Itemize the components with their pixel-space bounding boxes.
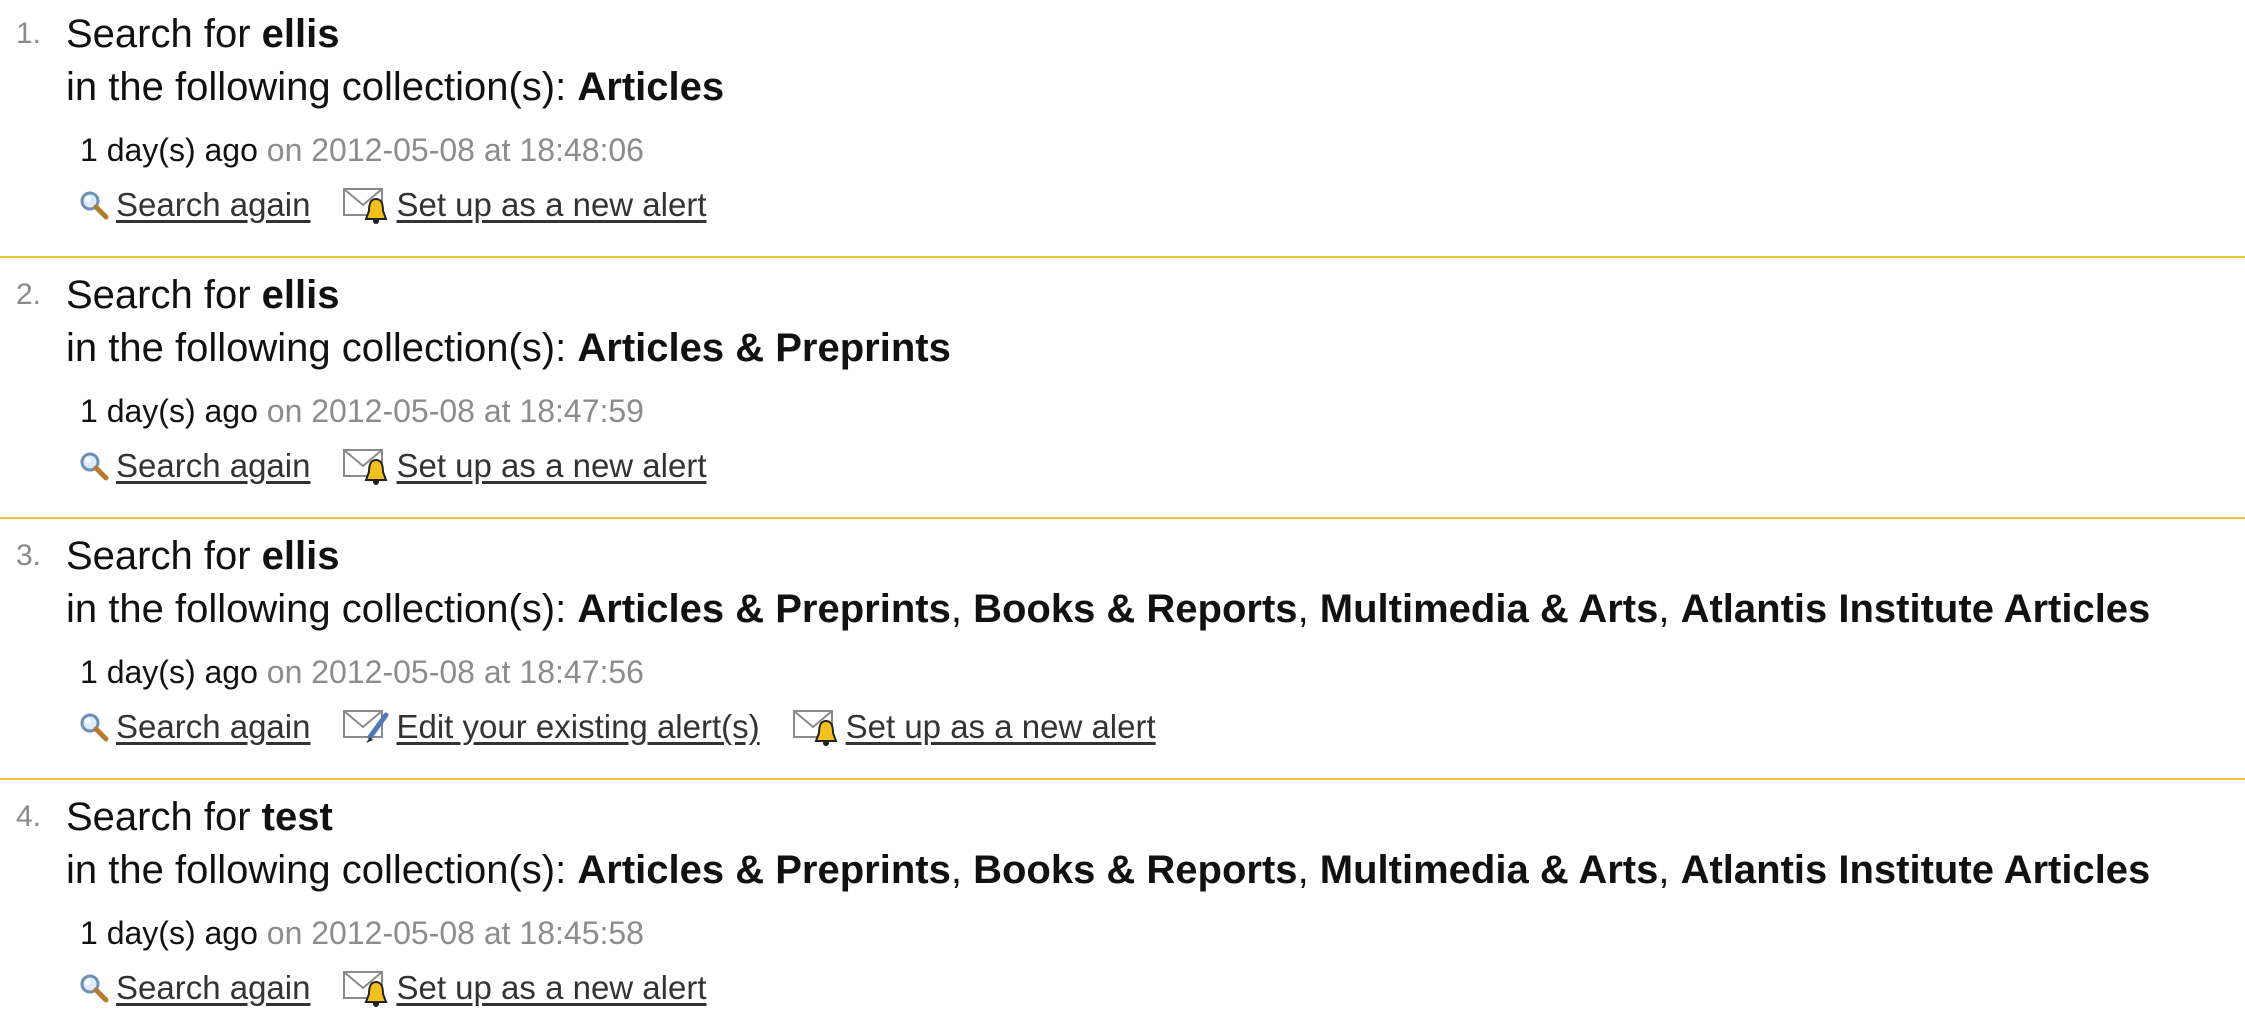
search-query-term: ellis (261, 12, 340, 56)
collections-prefix: in the following collection(s): (66, 326, 567, 370)
envelope-bell-icon (343, 971, 388, 1007)
entry-actions: Search again Set up as a new alert (78, 965, 739, 1011)
collections-prefix: in the following collection(s): (66, 587, 567, 631)
new-alert-label: Set up as a new alert (396, 447, 707, 484)
search-datetime: on 2012-05-08 at 18:45:58 (266, 915, 644, 951)
magnifier-icon (80, 452, 109, 481)
collection-name: Multimedia & Arts (1319, 848, 1659, 892)
collection-name: Articles & Preprints (577, 848, 951, 892)
entry-number: 2. (16, 278, 42, 311)
search-timestamp: 1 day(s) ago on 2012-05-08 at 18:47:56 (80, 652, 644, 692)
collection-name: Books & Reports (973, 848, 1298, 892)
envelope-pencil-icon (343, 710, 389, 743)
search-for-prefix: Search for (66, 273, 251, 317)
search-history-entry: 1. Search for ellis in the following col… (0, 0, 2245, 258)
collection-name: Articles & Preprints (577, 587, 951, 631)
entry-actions: Search again Edit your existing alert(s)… (78, 704, 1188, 750)
entry-actions: Search again Set up as a new alert (78, 182, 739, 228)
search-again-label: Search again (116, 447, 311, 484)
magnifier-icon (80, 191, 109, 220)
time-ago: 1 day(s) ago (80, 393, 258, 429)
collection-name: Multimedia & Arts (1319, 587, 1659, 631)
search-timestamp: 1 day(s) ago on 2012-05-08 at 18:48:06 (80, 130, 644, 170)
magnifier-icon (80, 974, 109, 1003)
collection-name: Articles & Preprints (577, 326, 951, 370)
new-alert-label: Set up as a new alert (845, 708, 1156, 745)
search-query-line: Search for ellis (66, 10, 340, 58)
new-alert-link[interactable]: Set up as a new alert (792, 707, 1156, 747)
time-ago: 1 day(s) ago (80, 654, 258, 690)
entry-number: 1. (16, 17, 42, 50)
search-query-line: Search for test (66, 793, 333, 841)
collection-name: Atlantis Institute Articles (1680, 587, 2151, 631)
collection-name: Books & Reports (973, 587, 1298, 631)
search-again-label: Search again (116, 708, 311, 745)
collection-name: Atlantis Institute Articles (1680, 848, 2151, 892)
edit-alerts-label: Edit your existing alert(s) (396, 708, 760, 745)
search-history-entry: 4. Search for test in the following coll… (0, 783, 2245, 1010)
collections-line: in the following collection(s): Articles… (66, 324, 951, 372)
envelope-bell-icon (343, 449, 388, 485)
collections-prefix: in the following collection(s): (66, 65, 567, 109)
search-datetime: on 2012-05-08 at 18:47:56 (266, 654, 644, 690)
new-alert-label: Set up as a new alert (396, 186, 707, 223)
search-for-prefix: Search for (66, 795, 251, 839)
search-query-line: Search for ellis (66, 271, 340, 319)
new-alert-link[interactable]: Set up as a new alert (342, 185, 707, 225)
search-for-prefix: Search for (66, 534, 251, 578)
search-query-line: Search for ellis (66, 532, 340, 580)
time-ago: 1 day(s) ago (80, 915, 258, 951)
entry-number: 4. (16, 800, 42, 833)
search-history-entry: 2. Search for ellis in the following col… (0, 261, 2245, 519)
search-again-link[interactable]: Search again (78, 969, 310, 1007)
search-datetime: on 2012-05-08 at 18:47:59 (266, 393, 644, 429)
search-query-term: test (261, 795, 333, 839)
new-alert-link[interactable]: Set up as a new alert (342, 968, 707, 1008)
search-again-label: Search again (116, 969, 311, 1006)
collection-name: Articles (577, 65, 725, 109)
search-query-term: ellis (261, 534, 340, 578)
time-ago: 1 day(s) ago (80, 132, 258, 168)
search-again-link[interactable]: Search again (78, 186, 310, 224)
collections-line: in the following collection(s): Articles… (66, 587, 2151, 631)
new-alert-label: Set up as a new alert (396, 969, 707, 1006)
collections-line: in the following collection(s): Articles (66, 63, 724, 111)
envelope-bell-icon (343, 188, 388, 224)
search-history-entry: 3. Search for ellis in the following col… (0, 522, 2245, 780)
search-again-label: Search again (116, 186, 311, 223)
search-for-prefix: Search for (66, 12, 251, 56)
entry-actions: Search again Set up as a new alert (78, 443, 739, 489)
search-timestamp: 1 day(s) ago on 2012-05-08 at 18:47:59 (80, 391, 644, 431)
magnifier-icon (80, 713, 109, 742)
envelope-bell-icon (792, 710, 838, 746)
search-query-term: ellis (261, 273, 340, 317)
search-datetime: on 2012-05-08 at 18:48:06 (266, 132, 644, 168)
collections-line: in the following collection(s): Articles… (66, 848, 2151, 892)
search-again-link[interactable]: Search again (78, 708, 310, 746)
entry-number: 3. (16, 539, 42, 572)
search-timestamp: 1 day(s) ago on 2012-05-08 at 18:45:58 (80, 913, 644, 953)
collections-prefix: in the following collection(s): (66, 848, 567, 892)
new-alert-link[interactable]: Set up as a new alert (342, 446, 707, 486)
edit-alerts-link[interactable]: Edit your existing alert(s) (342, 707, 760, 747)
search-again-link[interactable]: Search again (78, 447, 310, 485)
